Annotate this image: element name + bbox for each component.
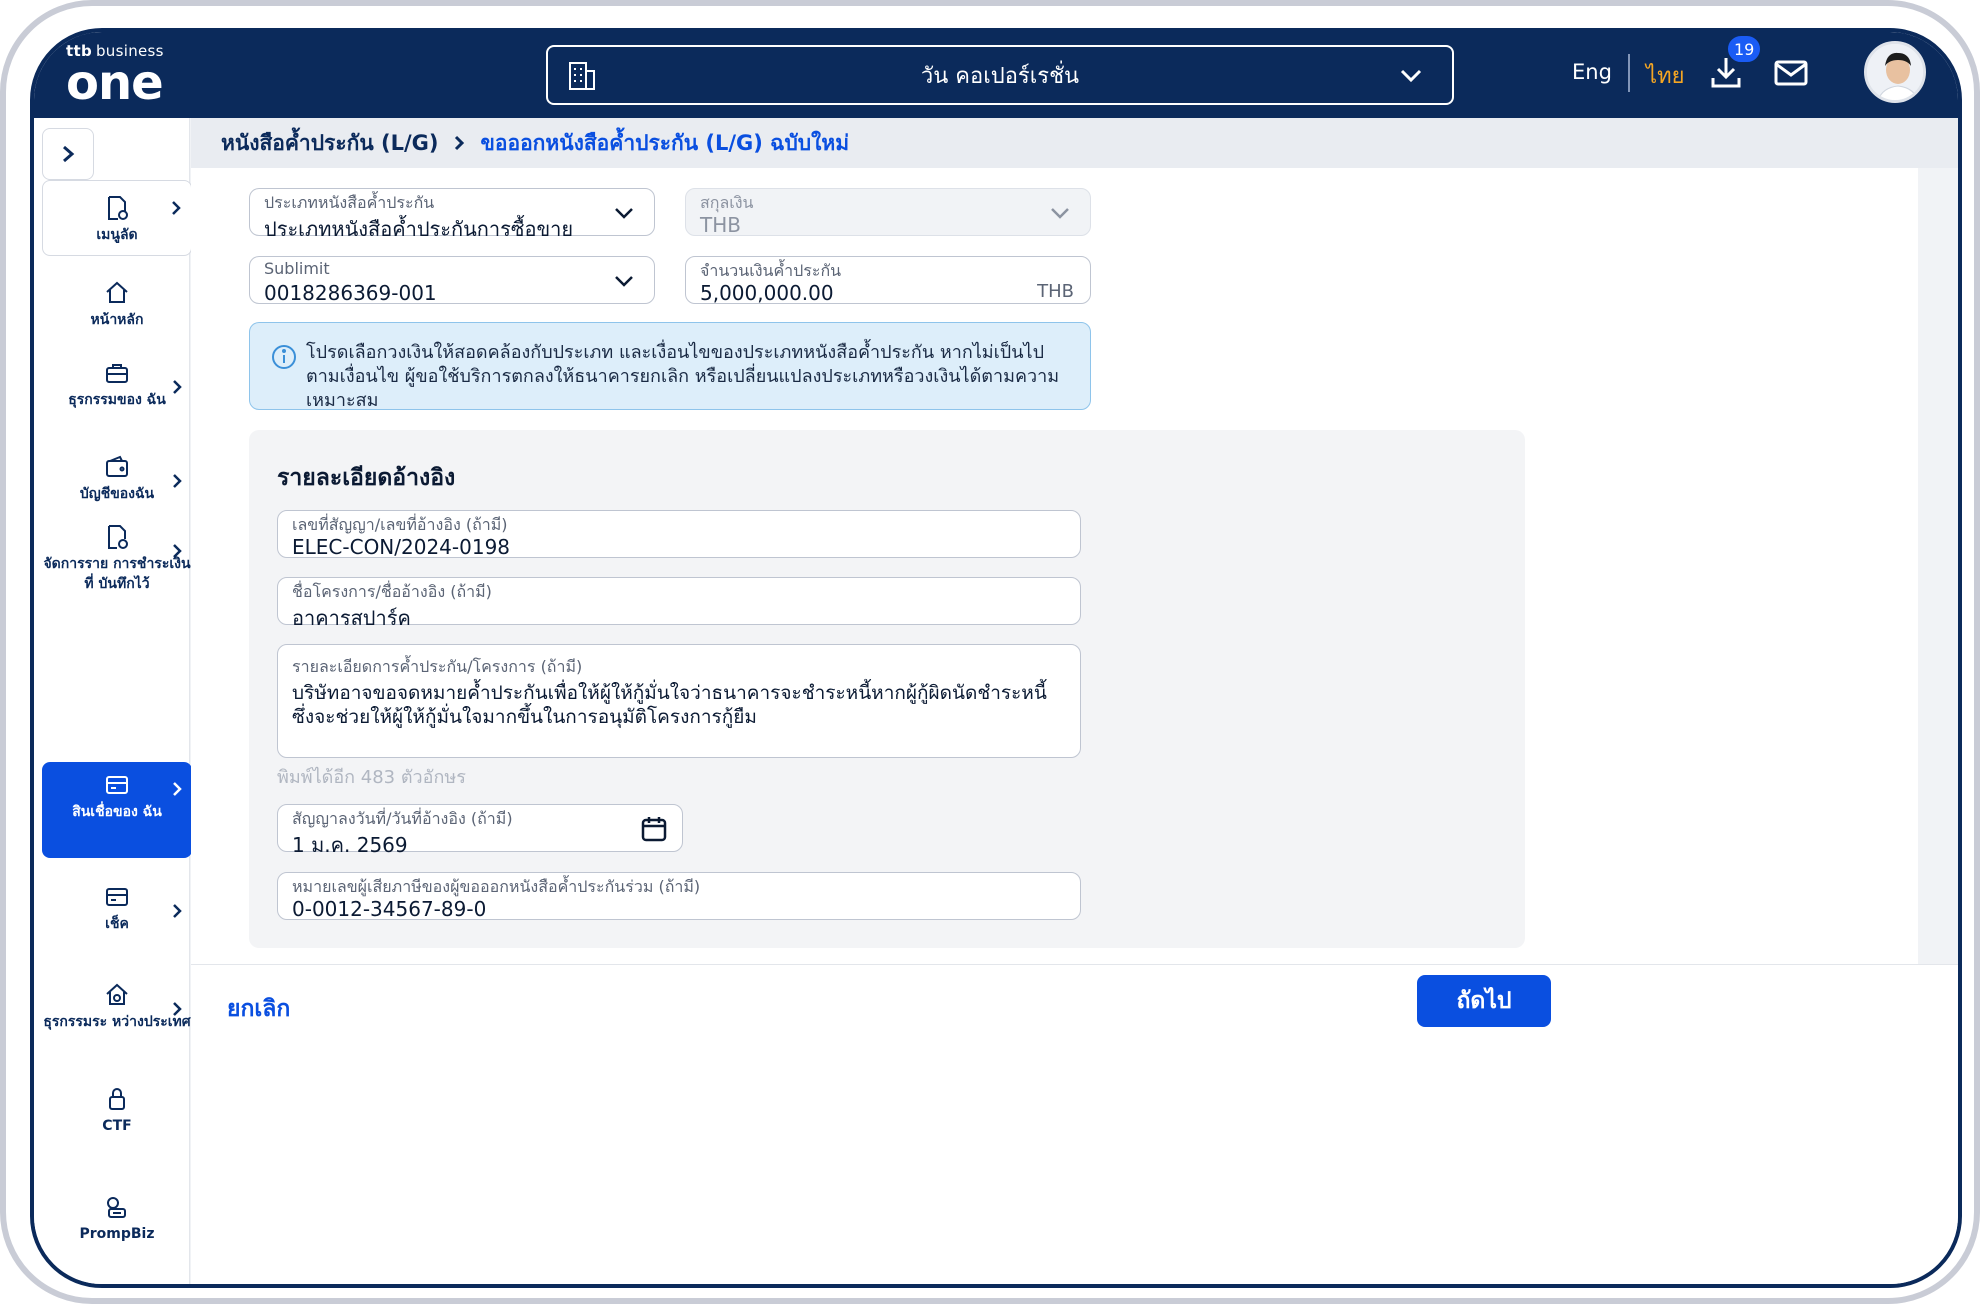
chevron-right-icon: [173, 474, 182, 488]
lock-icon: [109, 1088, 125, 1110]
field-value: 0-0012-34567-89-0: [292, 897, 487, 921]
chevron-right-icon: [173, 782, 182, 796]
app-screen: ttb business one วัน คอเปอร์เรชั่น Eng ไท…: [30, 28, 1962, 1288]
lang-thai-button[interactable]: ไทย: [1646, 58, 1684, 93]
info-icon: [272, 345, 296, 369]
lang-eng-button[interactable]: Eng: [1572, 60, 1612, 84]
sidebar-item-saved-payments[interactable]: จัดการราย การชำระเงินที่ บันทึกไว้: [42, 524, 192, 616]
document-gear-icon: [108, 525, 128, 549]
action-footer: ยกเลิก ถัดไป: [191, 964, 1958, 1284]
sidebar-expand-button[interactable]: [42, 128, 94, 180]
chevron-right-icon: [63, 145, 75, 163]
company-selector[interactable]: วัน คอเปอร์เรชั่น: [546, 45, 1454, 105]
breadcrumb-level-1[interactable]: หนังสือค้ำประกัน (L/G): [221, 127, 438, 160]
logo-wordmark: one: [66, 55, 164, 111]
sidebar-item-prompbiz[interactable]: PrompBiz: [42, 1194, 192, 1254]
field-value: 1 ม.ค. 2569: [292, 833, 408, 857]
chevron-right-icon: [173, 904, 182, 918]
sidebar-item-my-loans[interactable]: สินเชื่อของ ฉัน: [42, 762, 192, 858]
project-name-input[interactable]: ชื่อโครงการ/ชื่ออ้างอิง (ถ้ามี) อาคารสปา…: [277, 577, 1081, 630]
chevron-right-icon: [173, 1002, 182, 1016]
sidebar-item-international[interactable]: ธุรกรรมระ หว่างประเทศ: [42, 982, 192, 1062]
wallet-icon: [106, 455, 128, 477]
main-content: ประเภทหนังสือค้ำประกัน ประเภทหนังสือค้ำป…: [191, 168, 1918, 964]
sidebar-item-cheque[interactable]: เช็ค: [42, 884, 192, 944]
sublimit-select[interactable]: Sublimit 0018286369-001: [249, 256, 655, 305]
sidebar-item-label: จัดการราย การชำระเงินที่ บันทึกไว้: [43, 556, 191, 592]
field-value: 5,000,000.00: [700, 281, 834, 305]
lg-type-select[interactable]: ประเภทหนังสือค้ำประกัน ประเภทหนังสือค้ำป…: [249, 188, 655, 241]
tax-id-input[interactable]: หมายเลขผู้เสียภาษีของผู้ขอออกหนังสือค้ำป…: [277, 872, 1081, 921]
cheque-icon: [106, 888, 128, 906]
info-text: โปรดเลือกวงเงินให้สอดคล้องกับประเภท และเ…: [306, 342, 1060, 411]
sidebar-item-ctf[interactable]: CTF: [42, 1086, 192, 1146]
sidebar-item-home[interactable]: หน้าหลัก: [42, 280, 192, 350]
card-icon: [106, 776, 128, 794]
guarantee-amount-input[interactable]: จำนวนเงินค้ำประกัน 5,000,000.00 THB: [685, 256, 1091, 305]
calendar-icon[interactable]: [640, 815, 668, 843]
sidebar-item-my-transactions[interactable]: ธุรกรรมของ ฉัน: [42, 360, 192, 440]
field-value: ELEC-CON/2024-0198: [292, 535, 511, 559]
sidebar: เมนูลัด หน้าหลัก ธุรกรรมของ ฉัน บัญชีของ…: [34, 118, 192, 1284]
field-value: บริษัทอาจขอจดหมายค้ำประกันเพื่อให้ผู้ให้…: [292, 682, 1047, 728]
field-value: 0018286369-001: [264, 281, 437, 305]
guarantee-details-textarea[interactable]: รายละเอียดการค้ำประกัน/โครงการ (ถ้ามี) บ…: [277, 644, 1081, 758]
mail-icon[interactable]: [1774, 60, 1808, 86]
device-frame: ttb business one วัน คอเปอร์เรชั่น Eng ไท…: [0, 0, 1980, 1304]
field-value: THB: [700, 213, 741, 237]
chevron-down-icon: [1051, 208, 1069, 219]
reference-details-panel: รายละเอียดอ้างอิง เลขที่สัญญา/เลขที่อ้าง…: [249, 430, 1525, 948]
currency-suffix: THB: [1037, 281, 1074, 302]
field-value: ประเภทหนังสือค้ำประกันการซื้อขาย: [264, 217, 574, 241]
document-star-icon: [108, 196, 128, 220]
next-button[interactable]: ถัดไป: [1417, 975, 1551, 1027]
international-home-icon: [106, 983, 128, 1005]
chevron-down-icon: [1400, 69, 1422, 83]
prompbiz-icon: [107, 1197, 126, 1218]
chevron-right-icon: [173, 380, 182, 394]
sidebar-item-label: CTF: [102, 1118, 132, 1134]
chevron-right-icon: [173, 544, 182, 558]
top-header: ttb business one วัน คอเปอร์เรชั่น Eng ไท…: [34, 32, 1958, 118]
chevron-right-icon: [455, 135, 465, 151]
chevron-down-icon: [615, 208, 633, 219]
field-label: Sublimit: [264, 259, 330, 278]
company-name: วัน คอเปอร์เรชั่น: [920, 63, 1080, 89]
chevron-down-icon: [615, 276, 633, 287]
char-counter: พิมพ์ได้อีก 483 ตัวอักษร: [277, 767, 466, 788]
info-notice: โปรดเลือกวงเงินให้สอดคล้องกับประเภท และเ…: [249, 322, 1091, 411]
field-label: รายละเอียดการค้ำประกัน/โครงการ (ถ้ามี): [292, 657, 583, 676]
ttb-business-one-logo[interactable]: ttb business one: [66, 42, 186, 108]
sidebar-item-shortcut-menu[interactable]: เมนูลัด: [42, 180, 192, 256]
section-title: รายละเอียดอ้างอิง: [277, 465, 456, 491]
cancel-button[interactable]: ยกเลิก: [227, 991, 290, 1027]
sidebar-item-my-accounts[interactable]: บัญชีของฉัน: [42, 454, 192, 518]
briefcase-icon: [106, 364, 128, 383]
currency-select: สกุลเงิน THB: [685, 188, 1091, 237]
breadcrumb-level-2: ขอออกหนังสือค้ำประกัน (L/G) ฉบับใหม่: [480, 130, 850, 155]
lang-divider: [1628, 54, 1630, 92]
contract-number-input[interactable]: เลขที่สัญญา/เลขที่อ้างอิง (ถ้ามี) ELEC-C…: [277, 510, 1081, 559]
download-count-badge: 19: [1726, 34, 1763, 64]
chevron-right-icon: [172, 201, 181, 215]
sidebar-item-label: สินเชื่อของ ฉัน: [72, 804, 162, 820]
building-icon: [569, 62, 595, 90]
breadcrumb: หนังสือค้ำประกัน (L/G) ขอออกหนังสือค้ำปร…: [191, 118, 1958, 168]
contract-date-picker[interactable]: สัญญาลงวันที่/วันที่อ้างอิง (ถ้ามี) 1 ม.…: [277, 804, 683, 857]
user-avatar[interactable]: [1864, 41, 1926, 103]
sidebar-item-label: เมนูลัด: [96, 227, 138, 243]
field-value: อาคารสปาร์ค: [292, 606, 411, 630]
sidebar-item-label: หน้าหลัก: [90, 312, 144, 328]
sidebar-item-label: PrompBiz: [79, 1226, 155, 1242]
avatar-image: [1867, 44, 1923, 100]
home-icon: [106, 281, 128, 303]
